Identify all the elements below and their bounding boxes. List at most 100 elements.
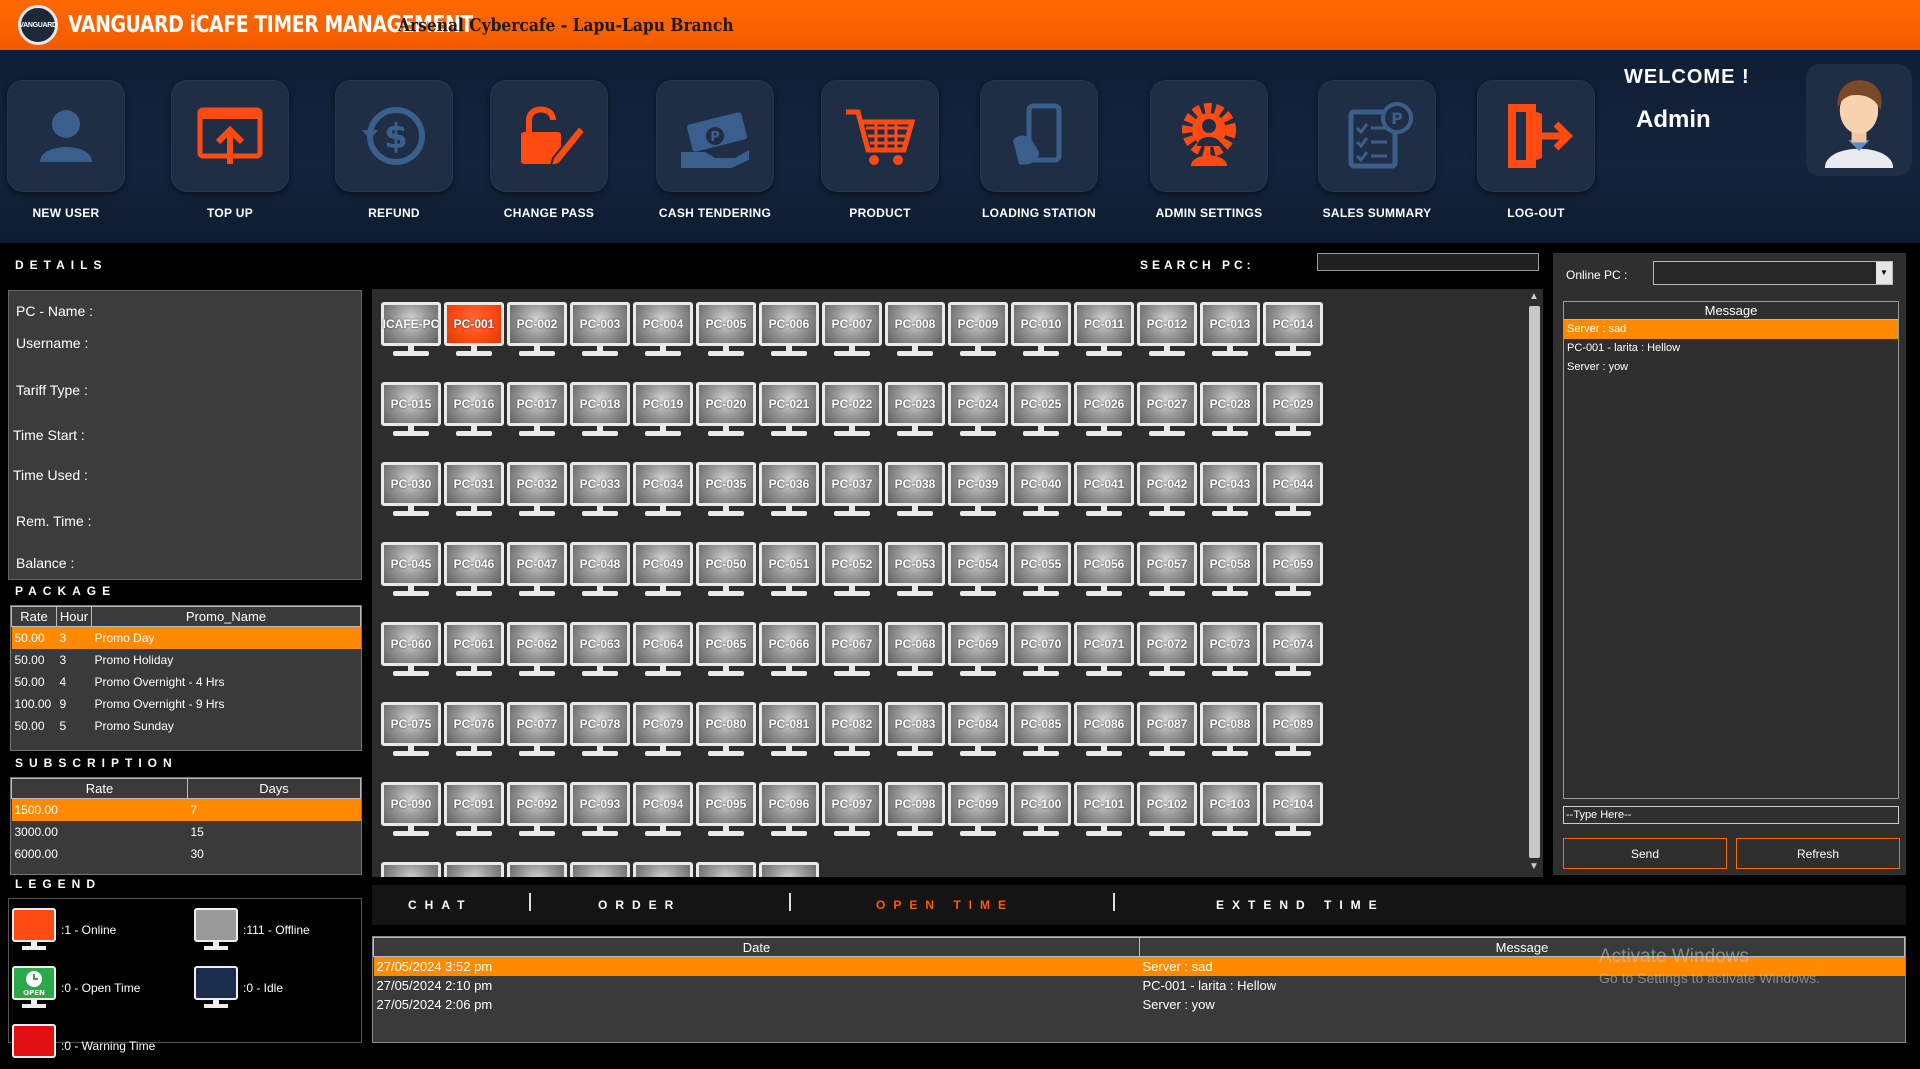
pc-tile[interactable]: PC-019 bbox=[630, 380, 696, 442]
pc-tile[interactable]: PC-033 bbox=[567, 460, 633, 522]
pc-tile[interactable]: PC-022 bbox=[819, 380, 885, 442]
pc-tile[interactable]: PC-035 bbox=[693, 460, 759, 522]
pc-tile[interactable]: PC-076 bbox=[441, 700, 507, 762]
loading-station-button[interactable]: LOADING STATION bbox=[979, 80, 1099, 220]
pc-tile[interactable]: PC-054 bbox=[945, 540, 1011, 602]
pc-tile[interactable]: PC-040 bbox=[1008, 460, 1074, 522]
log-out-button[interactable]: LOG-OUT bbox=[1476, 80, 1596, 220]
subscription-table[interactable]: Rate Days 1500.00 7 3000.00 15 6000.00 30 bbox=[10, 777, 362, 875]
pc-tile[interactable]: PC-006 bbox=[756, 300, 822, 362]
pc-tile[interactable]: PC-100 bbox=[1008, 780, 1074, 842]
pc-tile[interactable]: PC-011 bbox=[1071, 300, 1137, 362]
pc-tile[interactable] bbox=[693, 860, 759, 877]
pc-tile[interactable] bbox=[630, 860, 696, 877]
pc-tile[interactable]: PC-061 bbox=[441, 620, 507, 682]
pc-tile[interactable]: PC-027 bbox=[1134, 380, 1200, 442]
pc-tile[interactable]: PC-103 bbox=[1197, 780, 1263, 842]
pc-tile[interactable]: PC-087 bbox=[1134, 700, 1200, 762]
pc-tile[interactable]: PC-089 bbox=[1260, 700, 1326, 762]
pc-tile[interactable]: PC-025 bbox=[1008, 380, 1074, 442]
column-header[interactable]: Hour bbox=[56, 606, 92, 627]
pc-tile[interactable]: PC-015 bbox=[378, 380, 444, 442]
pc-tile[interactable]: PC-047 bbox=[504, 540, 570, 602]
pc-tile[interactable]: ICAFE-PC bbox=[378, 300, 444, 362]
pc-tile[interactable]: PC-097 bbox=[819, 780, 885, 842]
pc-tile[interactable]: PC-036 bbox=[756, 460, 822, 522]
new-user-button[interactable]: NEW USER bbox=[6, 80, 126, 220]
pc-tile[interactable]: PC-075 bbox=[378, 700, 444, 762]
pc-tile[interactable]: PC-030 bbox=[378, 460, 444, 522]
table-row[interactable]: 50.00 4 Promo Overnight - 4 Hrs bbox=[12, 671, 361, 693]
pc-tile[interactable]: PC-086 bbox=[1071, 700, 1137, 762]
pc-tile[interactable]: PC-078 bbox=[567, 700, 633, 762]
column-header[interactable]: Date bbox=[373, 937, 1140, 957]
pc-tile[interactable]: PC-091 bbox=[441, 780, 507, 842]
pc-tile[interactable]: PC-079 bbox=[630, 700, 696, 762]
pc-tile[interactable]: PC-021 bbox=[756, 380, 822, 442]
chevron-down-icon[interactable]: ▼ bbox=[1876, 262, 1892, 284]
tab-extend-time[interactable]: EXTEND TIME bbox=[1216, 898, 1385, 912]
pc-tile[interactable]: PC-037 bbox=[819, 460, 885, 522]
pc-tile[interactable]: PC-038 bbox=[882, 460, 948, 522]
scroll-down-arrow-icon[interactable]: ▼ bbox=[1529, 861, 1539, 872]
pc-tile[interactable]: PC-039 bbox=[945, 460, 1011, 522]
pc-tile[interactable] bbox=[441, 860, 507, 877]
scroll-up-arrow-icon[interactable]: ▲ bbox=[1529, 291, 1539, 302]
pc-tile[interactable]: PC-048 bbox=[567, 540, 633, 602]
package-table[interactable]: Rate Hour Promo_Name 50.00 3 Promo Day 50.0… bbox=[10, 605, 362, 751]
pc-tile[interactable]: PC-084 bbox=[945, 700, 1011, 762]
pc-tile[interactable]: PC-001 bbox=[441, 300, 507, 362]
pc-tile[interactable] bbox=[378, 860, 444, 877]
pc-tile[interactable]: PC-005 bbox=[693, 300, 759, 362]
pc-tile[interactable]: PC-055 bbox=[1008, 540, 1074, 602]
pc-tile[interactable]: PC-007 bbox=[819, 300, 885, 362]
table-row[interactable]: 27/05/2024 2:06 pm Server : yow bbox=[374, 995, 1905, 1014]
pc-tile[interactable]: PC-074 bbox=[1260, 620, 1326, 682]
pc-tile[interactable]: PC-072 bbox=[1134, 620, 1200, 682]
pc-tile[interactable]: PC-049 bbox=[630, 540, 696, 602]
pc-tile[interactable]: PC-059 bbox=[1260, 540, 1326, 602]
pc-tile[interactable]: PC-017 bbox=[504, 380, 570, 442]
table-row[interactable]: 50.00 5 Promo Sunday bbox=[12, 715, 361, 737]
pc-tile[interactable]: PC-066 bbox=[756, 620, 822, 682]
pc-tile[interactable]: PC-057 bbox=[1134, 540, 1200, 602]
pc-tile[interactable]: PC-010 bbox=[1008, 300, 1074, 362]
pc-tile[interactable]: PC-028 bbox=[1197, 380, 1263, 442]
pc-tile[interactable]: PC-093 bbox=[567, 780, 633, 842]
pc-tile[interactable]: PC-080 bbox=[693, 700, 759, 762]
pc-tile[interactable]: PC-050 bbox=[693, 540, 759, 602]
refresh-button[interactable]: Refresh bbox=[1736, 838, 1900, 869]
pc-tile[interactable]: PC-041 bbox=[1071, 460, 1137, 522]
table-row[interactable]: 50.00 3 Promo Holiday bbox=[12, 649, 361, 671]
tab-order[interactable]: ORDER bbox=[598, 898, 681, 912]
scrollbar-thumb[interactable] bbox=[1529, 306, 1540, 858]
pc-tile[interactable]: PC-042 bbox=[1134, 460, 1200, 522]
pc-tile[interactable]: PC-088 bbox=[1197, 700, 1263, 762]
change-pass-button[interactable]: CHANGE PASS bbox=[489, 80, 609, 220]
pc-tile[interactable]: PC-024 bbox=[945, 380, 1011, 442]
pc-tile[interactable] bbox=[504, 860, 570, 877]
pc-tile[interactable]: PC-013 bbox=[1197, 300, 1263, 362]
table-row[interactable]: 3000.00 15 bbox=[12, 821, 361, 843]
pc-tile[interactable]: PC-056 bbox=[1071, 540, 1137, 602]
pc-tile[interactable]: PC-092 bbox=[504, 780, 570, 842]
pc-tile[interactable] bbox=[567, 860, 633, 877]
product-button[interactable]: PRODUCT bbox=[820, 80, 940, 220]
column-header[interactable]: Rate bbox=[11, 778, 188, 799]
pc-tile[interactable]: PC-101 bbox=[1071, 780, 1137, 842]
pc-tile[interactable]: PC-053 bbox=[882, 540, 948, 602]
table-row[interactable]: 1500.00 7 bbox=[11, 798, 361, 821]
pc-tile[interactable]: PC-029 bbox=[1260, 380, 1326, 442]
search-pc-input[interactable] bbox=[1317, 253, 1539, 271]
top-up-button[interactable]: TOP UP bbox=[170, 80, 290, 220]
table-row[interactable]: 6000.00 30 bbox=[12, 843, 361, 865]
pc-tile[interactable]: PC-004 bbox=[630, 300, 696, 362]
pc-tile[interactable]: PC-063 bbox=[567, 620, 633, 682]
pc-tile[interactable]: PC-031 bbox=[441, 460, 507, 522]
pc-tile[interactable]: PC-020 bbox=[693, 380, 759, 442]
pc-tile[interactable]: PC-073 bbox=[1197, 620, 1263, 682]
pc-tile[interactable]: PC-095 bbox=[693, 780, 759, 842]
tab-chat[interactable]: CHAT bbox=[408, 898, 472, 912]
message-list[interactable]: Message Server : sad PC-001 - larita : H… bbox=[1563, 301, 1899, 799]
pc-tile[interactable]: PC-065 bbox=[693, 620, 759, 682]
